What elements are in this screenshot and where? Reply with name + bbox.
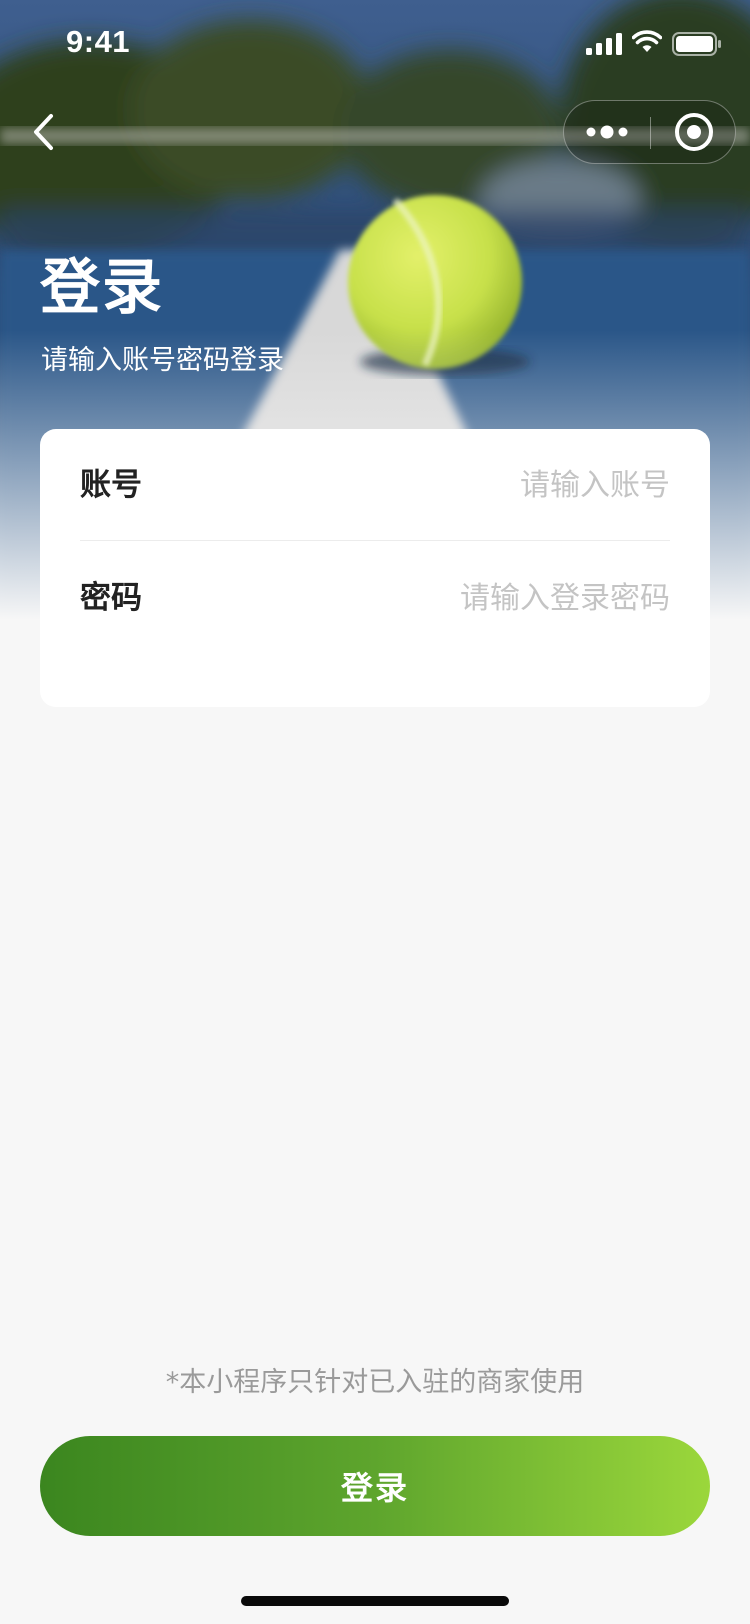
battery-icon: [672, 32, 721, 56]
chevron-left-icon: [34, 114, 53, 150]
password-input[interactable]: [250, 572, 670, 624]
password-row: 密码: [80, 542, 670, 654]
status-time: 9:41: [66, 24, 131, 59]
more-button[interactable]: [564, 101, 650, 163]
login-button[interactable]: 登录: [40, 1436, 710, 1536]
page-title: 登录: [40, 253, 164, 323]
account-row: 账号: [80, 429, 670, 541]
back-button[interactable]: [22, 104, 66, 160]
account-input[interactable]: [250, 459, 670, 511]
more-dots-icon: [586, 125, 628, 139]
account-label: 账号: [80, 467, 142, 503]
merchant-disclaimer: *本小程序只针对已入驻的商家使用: [165, 1367, 585, 1398]
miniprogram-capsule: [563, 100, 736, 164]
target-circle-icon: [675, 113, 713, 151]
page-subtitle: 请输入账号密码登录: [41, 345, 284, 376]
login-screen: 9:41 登录 请输入账号密码登录 账号 请输入账号 密码 *本小程序只针对已入…: [0, 0, 750, 1624]
close-button[interactable]: [651, 101, 736, 163]
signal-icon: [586, 33, 622, 55]
home-indicator: [241, 1596, 509, 1606]
login-form-card: 账号 密码: [40, 429, 710, 707]
password-label: 密码: [80, 580, 142, 616]
status-bar: 9:41: [0, 0, 750, 88]
wifi-icon: [632, 30, 662, 52]
